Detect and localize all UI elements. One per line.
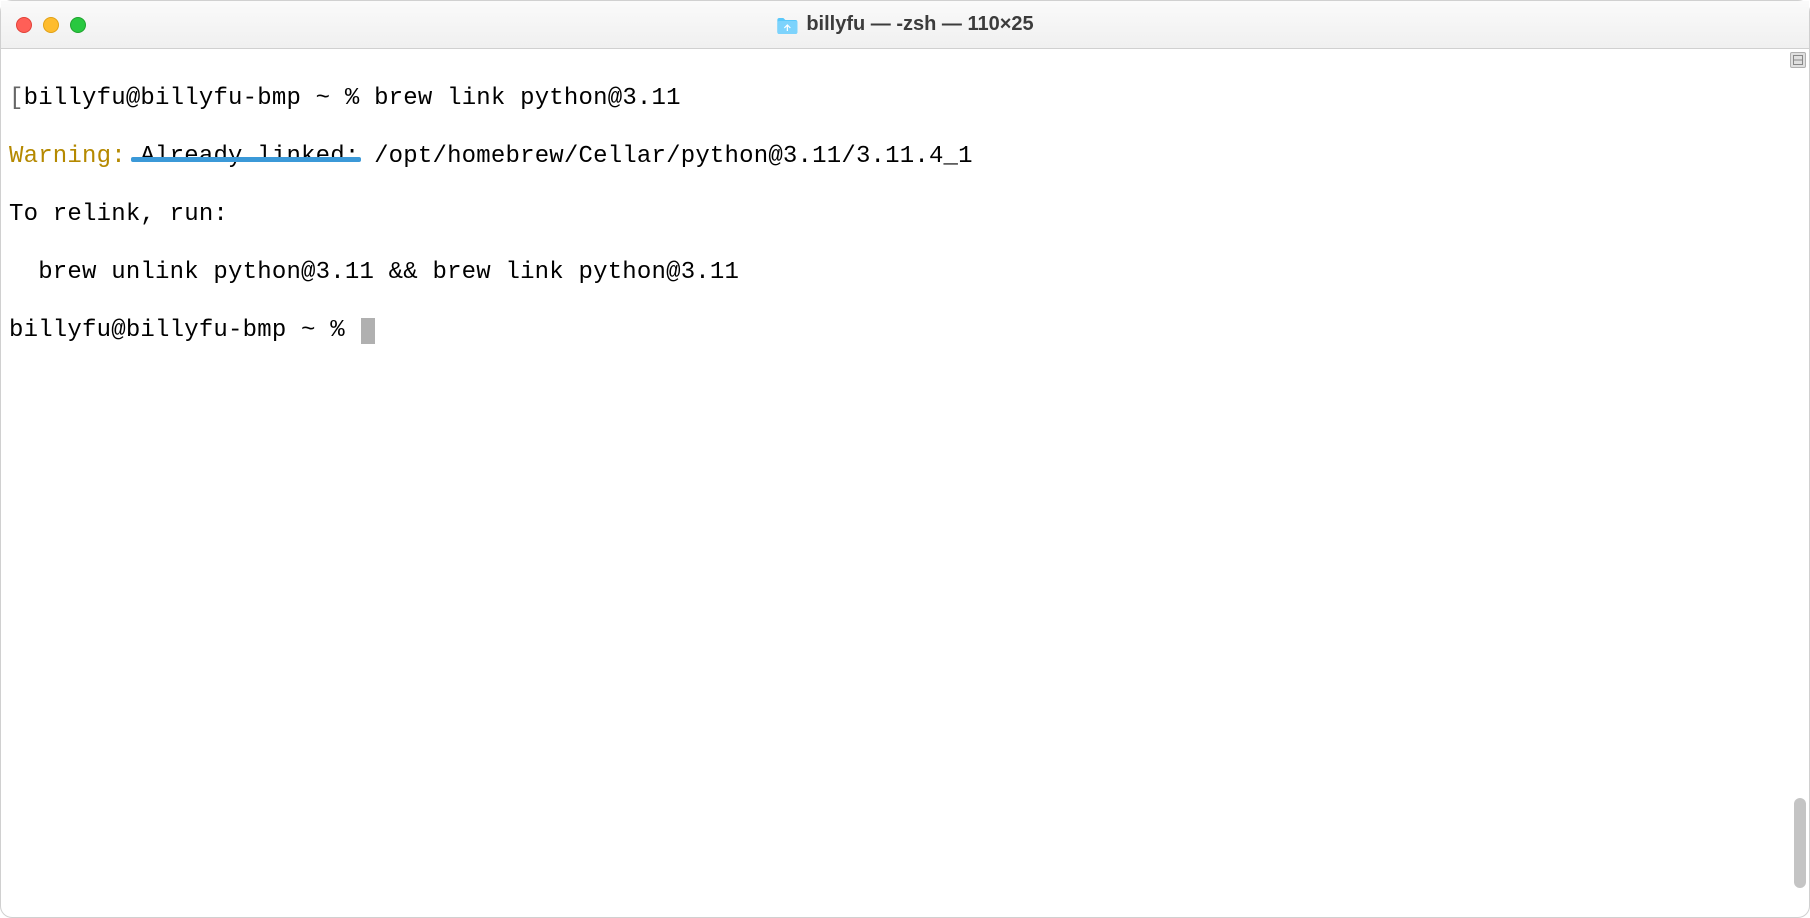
window-titlebar: billyfu — -zsh — 110×25 — [1, 1, 1809, 49]
vertical-scrollbar-thumb[interactable] — [1794, 798, 1806, 888]
minimize-button[interactable] — [43, 17, 59, 33]
terminal-content[interactable]: [billyfu@billyfu-bmp ~ % brew link pytho… — [1, 49, 1809, 917]
window-title-text: billyfu — -zsh — 110×25 — [806, 13, 1033, 36]
shell-prompt: billyfu@billyfu-bmp ~ % — [9, 317, 359, 344]
pane-toggle-icon[interactable] — [1790, 52, 1806, 68]
close-button[interactable] — [16, 17, 32, 33]
traffic-lights — [1, 17, 86, 33]
prompt-bracket: [ — [9, 85, 24, 112]
terminal-line: [billyfu@billyfu-bmp ~ % brew link pytho… — [9, 84, 1801, 113]
terminal-cursor — [361, 318, 375, 344]
warning-label: Warning: — [9, 143, 126, 170]
entered-command: brew link python@3.11 — [374, 85, 681, 112]
terminal-line: brew unlink python@3.11 && brew link pyt… — [9, 258, 1801, 287]
home-folder-icon — [776, 16, 798, 34]
terminal-line: billyfu@billyfu-bmp ~ % — [9, 316, 1801, 345]
highlight-annotation — [131, 157, 361, 162]
terminal-line: To relink, run: — [9, 200, 1801, 229]
shell-prompt: billyfu@billyfu-bmp ~ % — [24, 85, 374, 112]
window-title: billyfu — -zsh — 110×25 — [776, 13, 1033, 36]
zoom-button[interactable] — [70, 17, 86, 33]
